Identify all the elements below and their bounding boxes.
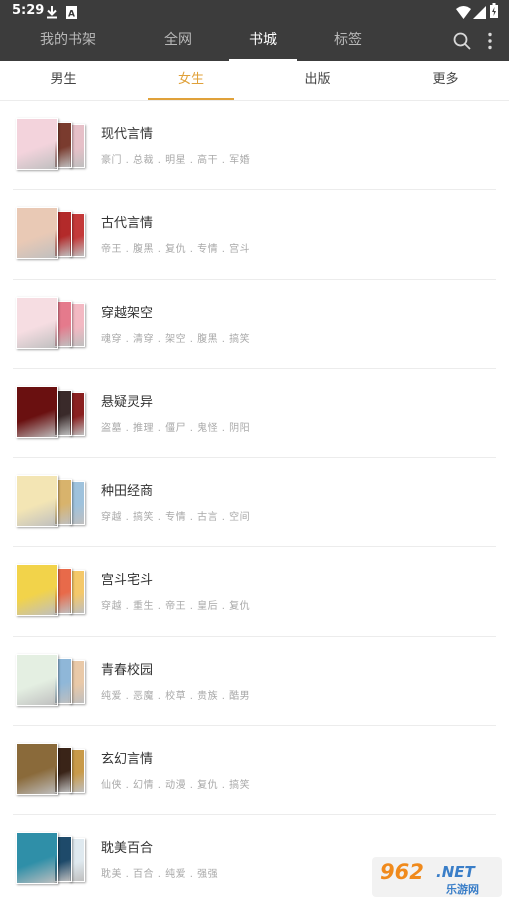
book-covers-image [16,743,86,797]
book-covers-image [16,475,86,529]
category-list: 现代言情 豪门 . 总裁 . 明星 . 高干 . 军婚 古代言情 帝王 . 腹黑… [0,101,509,904]
subtab-female[interactable]: 女生 [148,61,234,101]
category-tags: 帝王 . 腹黑 . 复仇 . 专情 . 宫斗 [101,244,251,256]
svg-text:.NET: .NET [436,863,476,881]
category-tags: 穿越 . 搞笑 . 专情 . 古言 . 空间 [101,512,251,524]
svg-text:A: A [68,10,75,20]
category-title: 耽美百合 [101,841,154,857]
download-icon [46,4,58,23]
book-cover [16,653,58,706]
category-title: 古代言情 [101,216,154,232]
book-covers-image [16,564,86,618]
category-row[interactable]: 玄幻言情 仙侠 . 幻情 . 动漫 . 复仇 . 搞笑 [13,726,496,816]
category-tags: 穿越 . 重生 . 帝王 . 皇后 . 复仇 [101,601,251,613]
active-subtab-indicator [148,98,234,100]
book-cover [16,385,58,438]
book-covers-image [16,385,86,440]
svg-text:乐游网: 乐游网 [446,882,479,896]
subtab-publish[interactable]: 出版 [254,61,381,101]
category-tags: 盗墓 . 推理 . 僵尸 . 鬼怪 . 阴阳 [101,422,251,434]
tab-bookshelf[interactable]: 我的书架 [28,22,108,61]
svg-text:962: 962 [380,860,424,884]
status-bar: 5:29 A [0,0,509,22]
category-title: 青春校园 [101,662,154,678]
tab-all-web[interactable]: 全网 [150,22,206,61]
category-tags: 纯爱 . 恶魔 . 校草 . 贵族 . 酷男 [101,690,251,702]
watermark-logo: 962 .NET 乐游网 [370,855,504,899]
category-title: 宫斗宅斗 [101,573,154,589]
book-covers-image [16,207,86,261]
tab-bookstore[interactable]: 书城 [229,22,297,61]
category-row[interactable]: 穿越架空 魂穿 . 清穿 . 架空 . 腹黑 . 搞笑 [13,280,496,369]
book-cover [16,475,58,528]
subtab-male[interactable]: 男生 [0,61,127,101]
category-row[interactable]: 古代言情 帝王 . 腹黑 . 复仇 . 专情 . 宫斗 [13,190,496,280]
notification-a-icon: A [66,4,77,23]
book-cover [16,207,58,260]
category-row[interactable]: 现代言情 豪门 . 总裁 . 明星 . 高干 . 军婚 [13,101,496,191]
category-tabs: 男生 女生 出版 更多 [0,61,509,101]
book-cover [16,743,58,796]
battery-icon [490,3,498,22]
category-tags: 耽美 . 百合 . 纯爱 . 强强 [101,869,219,881]
category-tags: 豪门 . 总裁 . 明星 . 高干 . 军婚 [101,155,251,166]
book-covers-image [16,653,86,708]
category-tags: 魂穿 . 清穿 . 架空 . 腹黑 . 搞笑 [101,333,251,345]
top-nav: 我的书架 全网 书城 标签 [0,22,509,61]
category-title: 穿越架空 [101,305,154,321]
category-row[interactable]: 宫斗宅斗 穿越 . 重生 . 帝王 . 皇后 . 复仇 [13,547,496,637]
status-time: 5:29 [12,3,45,18]
subtab-more[interactable]: 更多 [382,61,509,101]
book-cover [16,118,58,170]
category-title: 种田经商 [101,484,154,500]
category-row[interactable]: 种田经商 穿越 . 搞笑 . 专情 . 古言 . 空间 [13,458,496,548]
book-cover [16,832,58,885]
subtab-female-label: 女生 [177,72,204,87]
book-covers-image [16,832,86,886]
tab-tags[interactable]: 标签 [320,22,376,61]
book-cover [16,564,58,617]
wifi-icon [456,4,471,23]
category-title: 现代言情 [101,127,154,142]
category-row[interactable]: 悬疑灵异 盗墓 . 推理 . 僵尸 . 鬼怪 . 阴阳 [13,369,496,459]
book-covers-image [16,118,86,172]
signal-icon [473,4,486,23]
category-tags: 仙侠 . 幻情 . 动漫 . 复仇 . 搞笑 [101,780,251,792]
book-covers-image [16,296,86,351]
book-cover [16,296,58,349]
category-row[interactable]: 青春校园 纯爱 . 恶魔 . 校草 . 贵族 . 酷男 [13,637,496,727]
category-title: 悬疑灵异 [101,394,154,410]
category-title: 玄幻言情 [101,752,154,768]
tab-bookstore-label: 书城 [249,32,277,48]
more-vert-icon[interactable] [486,32,494,54]
search-icon[interactable] [452,31,472,55]
